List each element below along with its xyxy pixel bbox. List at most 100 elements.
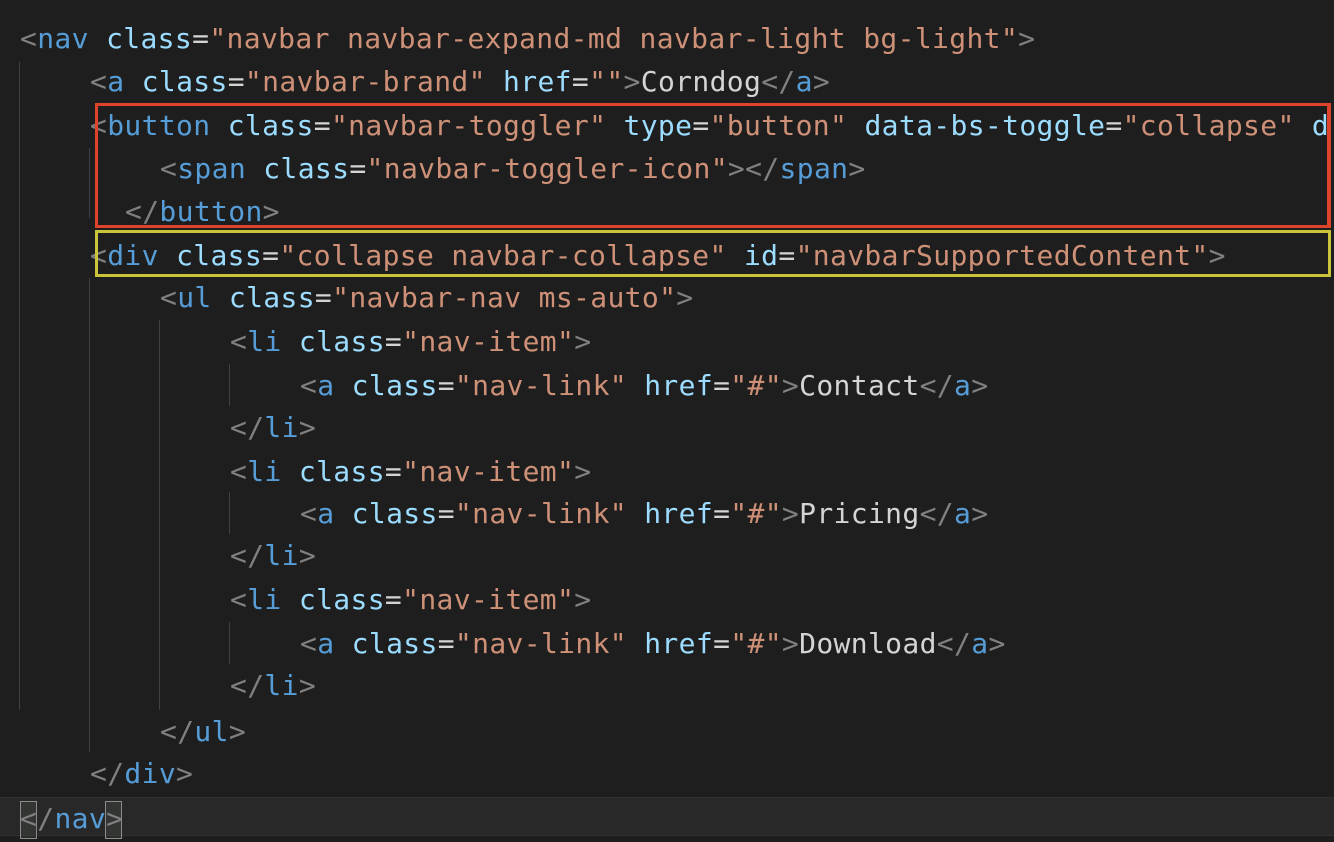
code-token-tag: div	[107, 239, 159, 272]
code-editor[interactable]: <nav class="navbar navbar-expand-md navb…	[0, 0, 1334, 842]
code-token-eq: =	[692, 109, 710, 142]
code-token-eq: =	[227, 65, 245, 98]
code-token-punc: >	[781, 627, 800, 660]
code-token-punc: >	[298, 669, 317, 702]
code-token-eq: =	[437, 627, 455, 660]
code-token-str: "nav-link"	[454, 627, 627, 660]
code-token-attr: class	[141, 65, 228, 98]
code-token-eq: =	[1105, 109, 1123, 142]
code-token-punc: >	[1018, 22, 1036, 55]
code-token-eq: =	[384, 455, 403, 488]
code-token-punc: >	[623, 65, 641, 98]
code-token-punc: <	[20, 22, 38, 55]
code-line[interactable]: </li>	[230, 534, 316, 577]
code-token-eq: =	[349, 152, 367, 185]
code-line[interactable]: </li>	[230, 664, 316, 707]
code-token-eq: =	[778, 239, 796, 272]
code-line[interactable]: <div class="collapse navbar-collapse" id…	[90, 234, 1226, 277]
code-token-str: ""	[589, 65, 624, 98]
code-token-attr: class	[298, 583, 385, 616]
code-token-tag: button	[159, 195, 263, 228]
code-token-eq: =	[713, 627, 731, 660]
code-token-tag: li	[247, 325, 282, 358]
code-token-text: Contact	[799, 369, 920, 402]
code-token-punc: <	[160, 281, 178, 314]
code-token-tag: div	[124, 757, 177, 790]
code-line[interactable]: <a class="nav-link" href="#">Pricing</a>	[300, 492, 988, 535]
code-line[interactable]: <li class="nav-item">	[230, 450, 591, 493]
code-token-attr: href	[644, 627, 714, 660]
code-line[interactable]: </ul>	[160, 710, 246, 753]
code-line[interactable]: <li class="nav-item">	[230, 578, 591, 621]
code-token-attr: href	[644, 497, 714, 530]
code-token-eq: =	[713, 497, 731, 530]
code-line[interactable]: <a class="nav-link" href="#">Download</a…	[300, 622, 1006, 665]
indent-guide	[89, 278, 90, 752]
code-token-tag: a	[954, 497, 972, 530]
code-token-attr: class	[351, 627, 438, 660]
indent-guide	[89, 148, 90, 218]
code-token-str: "navbar-nav ms-auto"	[332, 281, 677, 314]
code-token-attr: class	[227, 109, 314, 142]
code-token-punc: </	[230, 539, 265, 572]
code-token-attr: href	[503, 65, 572, 98]
code-line[interactable]: </button>	[125, 190, 280, 233]
indent-guide	[229, 622, 230, 664]
code-token-punc: >	[106, 802, 124, 835]
code-line[interactable]: <nav class="navbar navbar-expand-md navb…	[20, 17, 1035, 60]
code-line[interactable]: <button class="navbar-toggler" type="but…	[90, 104, 1329, 147]
code-token-punc: </	[936, 627, 972, 660]
code-token-str: "collapse"	[1122, 109, 1295, 142]
code-token-punc: </	[90, 757, 125, 790]
indent-guide	[19, 62, 20, 710]
code-token-tag: ul	[177, 281, 212, 314]
code-token-attr: class	[176, 239, 263, 272]
code-token-str: "navbar navbar-expand-md navbar-light bg…	[209, 22, 1019, 55]
code-token-attr: class	[228, 281, 315, 314]
code-token-text: Pricing	[799, 497, 920, 530]
code-token-punc: >	[574, 583, 592, 616]
code-token-eq: =	[713, 369, 731, 402]
code-token-attr: id	[743, 239, 779, 272]
code-token-attr: type	[623, 109, 693, 142]
code-line[interactable]: <span class="navbar-toggler-icon"></span…	[160, 147, 866, 190]
code-token-tag: a	[317, 627, 335, 660]
code-token-attr: class	[106, 22, 193, 55]
code-token-eq: =	[437, 497, 455, 530]
code-line[interactable]: <a class="nav-link" href="#">Contact</a>	[300, 364, 988, 407]
code-token-tag: a	[971, 627, 989, 660]
code-token-str: "navbar-brand"	[244, 65, 486, 98]
code-token-str: "#"	[730, 497, 782, 530]
code-token-tag: a	[954, 369, 972, 402]
code-token-tag: li	[264, 669, 299, 702]
code-token-str: "nav-link"	[454, 497, 627, 530]
code-token-punc: >	[971, 369, 989, 402]
code-line[interactable]: </li>	[230, 406, 316, 449]
code-token-punc: >	[676, 281, 694, 314]
code-token-eq: =	[313, 109, 331, 142]
code-line[interactable]: </nav>	[20, 797, 123, 840]
code-token-punc: /	[37, 802, 55, 835]
code-line[interactable]: </div>	[90, 752, 193, 795]
code-line[interactable]: <li class="nav-item">	[230, 320, 591, 363]
code-token-str: "navbarSupportedContent"	[795, 239, 1209, 272]
code-token-tag: span	[177, 152, 247, 185]
code-line[interactable]: <a class="navbar-brand" href="">Corndog<…	[90, 60, 830, 103]
code-token-attr: class	[298, 455, 385, 488]
code-line[interactable]: <ul class="navbar-nav ms-auto">	[160, 276, 694, 319]
code-token-punc: <	[300, 627, 318, 660]
code-token-str: "#"	[730, 627, 782, 660]
